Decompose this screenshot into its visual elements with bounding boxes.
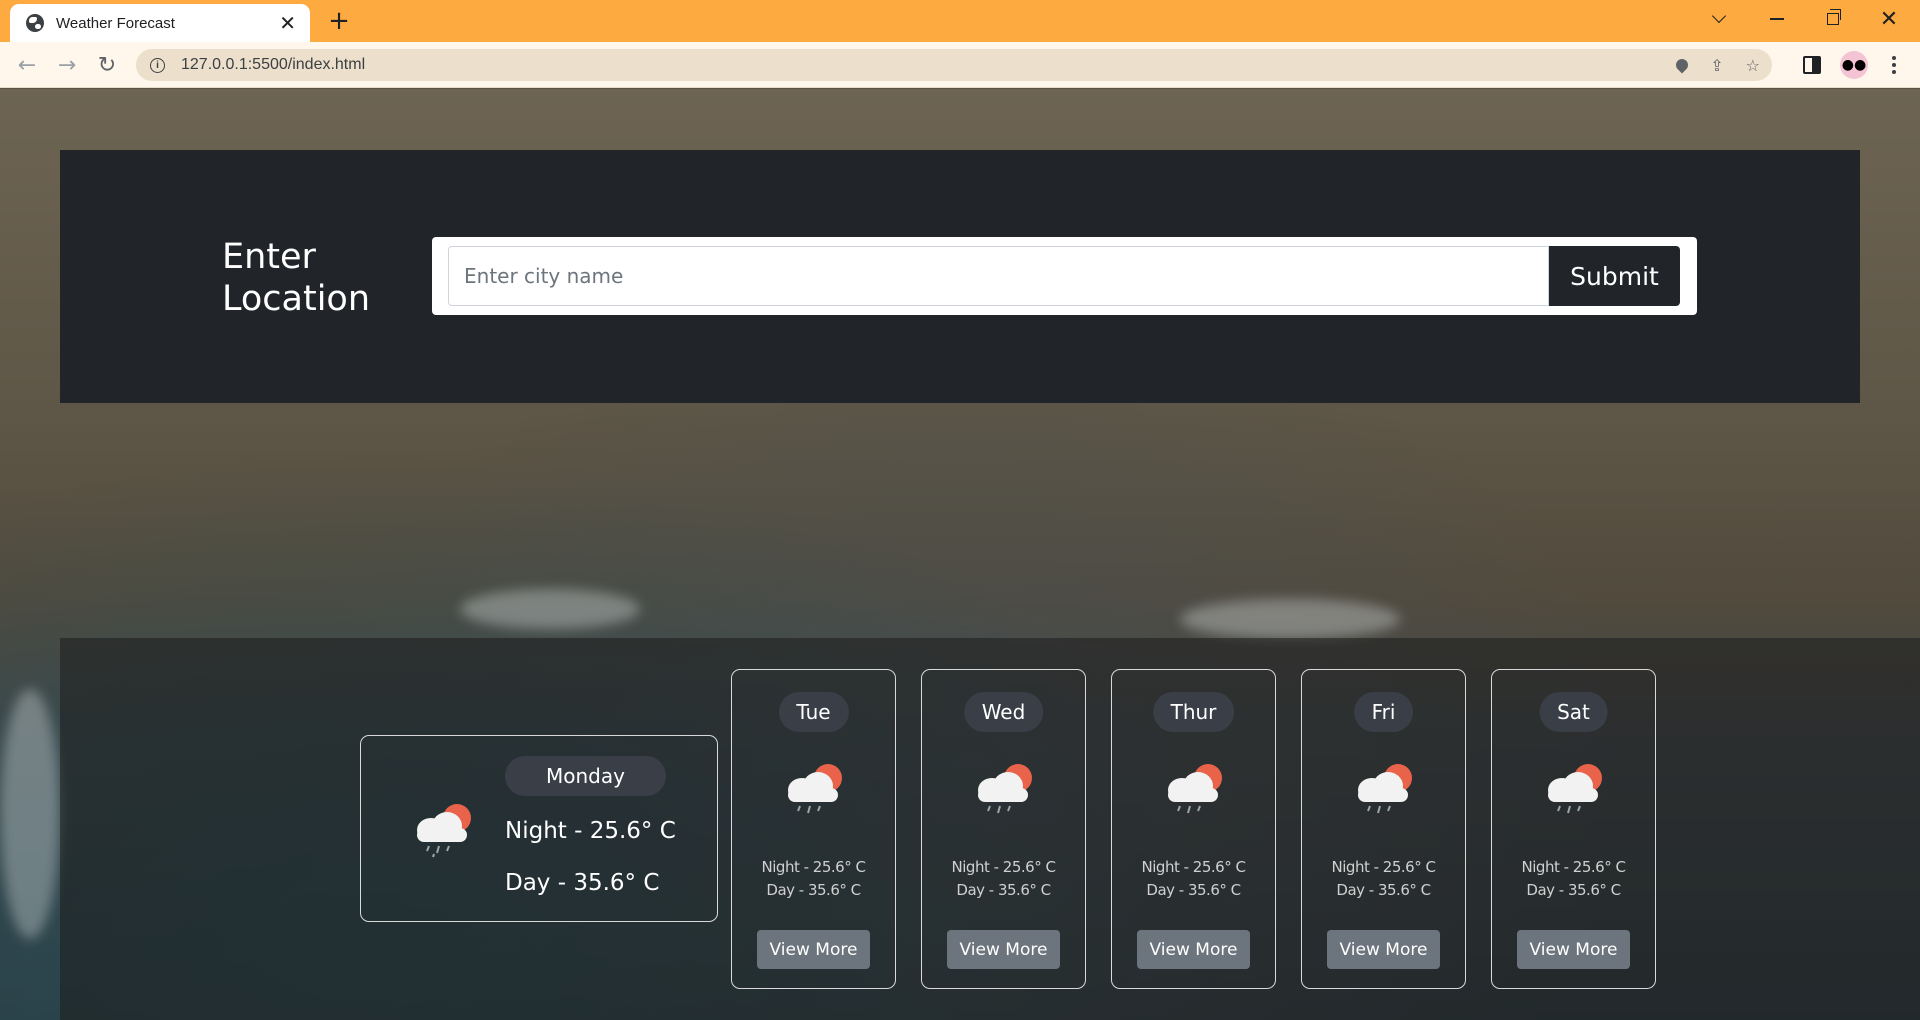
forward-button[interactable]: →: [52, 50, 82, 80]
cloud-sun-rain-icon: [1548, 764, 1602, 814]
forecast-night-temp: Night - 25.6° C: [951, 858, 1056, 876]
minimize-button[interactable]: [1754, 0, 1800, 38]
forecast-day-temp: Day - 35.6° C: [956, 881, 1051, 899]
omnibox-actions: ⇪ ☆: [1673, 49, 1760, 81]
forecast-card-thur: Thur Night - 25.6° C Day - 35.6° C View …: [1111, 669, 1276, 989]
wave-foam: [0, 689, 60, 939]
sunglasses-icon: ●●: [1841, 57, 1867, 73]
search-form: Submit: [432, 237, 1697, 315]
browser-tab[interactable]: Weather Forecast ✕: [10, 4, 310, 42]
today-night-temp: Night - 25.6° C: [505, 818, 676, 844]
forecast-card-sat: Sat Night - 25.6° C Day - 35.6° C View M…: [1491, 669, 1656, 989]
tab-search-button[interactable]: [1696, 0, 1742, 38]
tab-close-icon[interactable]: ✕: [279, 13, 296, 33]
wave-foam: [1180, 599, 1400, 639]
forecast-day-label: Tue: [778, 692, 849, 732]
forecast-day-temp: Day - 35.6° C: [1146, 881, 1241, 899]
bookmark-star-icon[interactable]: ☆: [1746, 56, 1760, 75]
globe-icon: [26, 14, 44, 32]
today-day-label: Monday: [505, 756, 666, 796]
forecast-night-temp: Night - 25.6° C: [1141, 858, 1246, 876]
cloud-sun-rain-icon: [417, 804, 471, 858]
forecast-day-label: Thur: [1152, 692, 1235, 732]
window-close-button[interactable]: ✕: [1866, 0, 1912, 38]
site-info-icon[interactable]: i: [150, 57, 165, 73]
back-button[interactable]: ←: [12, 50, 42, 80]
cloud-sun-rain-icon: [1358, 764, 1412, 814]
today-card: Monday Night - 25.6° C Day - 35.6° C: [360, 735, 718, 922]
address-bar[interactable]: i 127.0.0.1:5500/index.html ⇪ ☆: [136, 49, 1772, 81]
today-day-temp: Day - 35.6° C: [505, 870, 660, 896]
view-more-button[interactable]: View More: [1517, 930, 1630, 969]
side-panel-icon[interactable]: [1803, 56, 1821, 74]
city-search-input[interactable]: [448, 246, 1549, 306]
view-more-button[interactable]: View More: [1137, 930, 1250, 969]
forecast-night-temp: Night - 25.6° C: [1331, 858, 1436, 876]
wave-foam: [460, 589, 640, 629]
forecast-day-label: Fri: [1353, 692, 1414, 732]
location-label: Enter Location: [222, 237, 371, 319]
forecast-night-temp: Night - 25.6° C: [761, 858, 866, 876]
location-pin-icon[interactable]: [1673, 56, 1691, 74]
forecast-day-temp: Day - 35.6° C: [1336, 881, 1431, 899]
reload-button[interactable]: ↻: [92, 50, 122, 80]
url-text: 127.0.0.1:5500/index.html: [181, 56, 366, 73]
forecast-day-label: Sat: [1539, 692, 1608, 732]
restore-button[interactable]: [1810, 0, 1856, 38]
cloud-sun-rain-icon: [1168, 764, 1222, 814]
view-more-button[interactable]: View More: [1327, 930, 1440, 969]
restore-icon: [1827, 9, 1841, 25]
view-more-button[interactable]: View More: [947, 930, 1060, 969]
forecast-night-temp: Night - 25.6° C: [1521, 858, 1626, 876]
cloud-sun-rain-icon: [788, 764, 842, 814]
browser-tabbar: Weather Forecast ✕ + ✕: [0, 0, 1920, 42]
forecast-card-wed: Wed Night - 25.6° C Day - 35.6° C View M…: [921, 669, 1086, 989]
menu-kebab-icon[interactable]: [1884, 52, 1904, 78]
forecast-card-fri: Fri Night - 25.6° C Day - 35.6° C View M…: [1301, 669, 1466, 989]
forecast-day-temp: Day - 35.6° C: [1526, 881, 1621, 899]
tab-title: Weather Forecast: [56, 14, 175, 32]
forecast-day-label: Wed: [963, 692, 1044, 732]
forecast-day-temp: Day - 35.6° C: [766, 881, 861, 899]
share-icon[interactable]: ⇪: [1710, 56, 1723, 75]
new-tab-button[interactable]: +: [322, 4, 356, 38]
profile-avatar[interactable]: ●●: [1840, 51, 1868, 79]
minimize-icon: [1770, 18, 1784, 20]
browser-toolbar: ← → ↻ i 127.0.0.1:5500/index.html ⇪ ☆ ●●: [0, 42, 1920, 88]
forecast-card-tue: Tue Night - 25.6° C Day - 35.6° C View M…: [731, 669, 896, 989]
search-panel: Enter Location Submit: [60, 150, 1860, 403]
cloud-sun-rain-icon: [978, 764, 1032, 814]
chevron-down-icon: [1711, 8, 1727, 24]
view-more-button[interactable]: View More: [757, 930, 870, 969]
submit-button[interactable]: Submit: [1549, 246, 1680, 306]
